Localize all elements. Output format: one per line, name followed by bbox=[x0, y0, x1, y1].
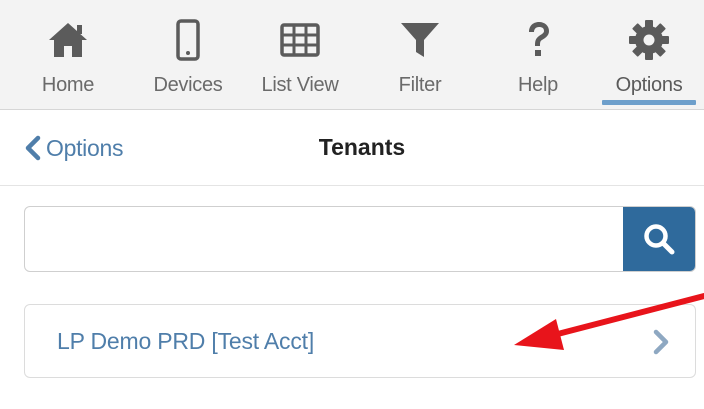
toolbar-help-button[interactable]: Help bbox=[492, 0, 584, 110]
toolbar-home-button[interactable]: Home bbox=[22, 0, 114, 110]
toolbar-help-label: Help bbox=[518, 74, 558, 96]
back-button-label: Options bbox=[46, 134, 124, 161]
app-window: Home Devices List View Filter Help Optio… bbox=[0, 0, 704, 409]
search-button[interactable] bbox=[623, 207, 695, 271]
top-toolbar: Home Devices List View Filter Help Optio… bbox=[0, 0, 704, 110]
toolbar-devices-label: Devices bbox=[153, 74, 223, 96]
search-input[interactable] bbox=[25, 207, 623, 271]
back-button[interactable]: Options bbox=[24, 132, 123, 164]
page-title: Tenants bbox=[318, 134, 406, 160]
toolbar-list-view-button[interactable]: List View bbox=[250, 0, 350, 110]
filter-icon bbox=[398, 18, 442, 62]
help-icon bbox=[516, 18, 560, 62]
toolbar-options-label: Options bbox=[615, 74, 683, 96]
search-icon bbox=[644, 224, 675, 255]
tenant-list-item[interactable]: LP Demo PRD [Test Acct] bbox=[24, 304, 696, 378]
toolbar-home-label: Home bbox=[41, 74, 95, 96]
gear-icon bbox=[627, 18, 671, 62]
chevron-right-icon bbox=[653, 329, 669, 355]
grid-icon bbox=[278, 18, 322, 62]
toolbar-devices-button[interactable]: Devices bbox=[140, 0, 236, 110]
toolbar-filter-button[interactable]: Filter bbox=[374, 0, 466, 110]
toolbar-options-button[interactable]: Options bbox=[598, 0, 700, 110]
chevron-left-icon bbox=[24, 135, 42, 161]
home-icon bbox=[46, 18, 90, 62]
search-box bbox=[24, 206, 696, 272]
toolbar-list-view-label: List View bbox=[261, 74, 339, 96]
active-tab-indicator bbox=[602, 100, 696, 105]
page-header: Options Tenants bbox=[0, 110, 704, 186]
tenant-name: LP Demo PRD [Test Acct] bbox=[57, 328, 315, 354]
toolbar-filter-label: Filter bbox=[398, 74, 442, 96]
device-icon bbox=[166, 18, 210, 62]
